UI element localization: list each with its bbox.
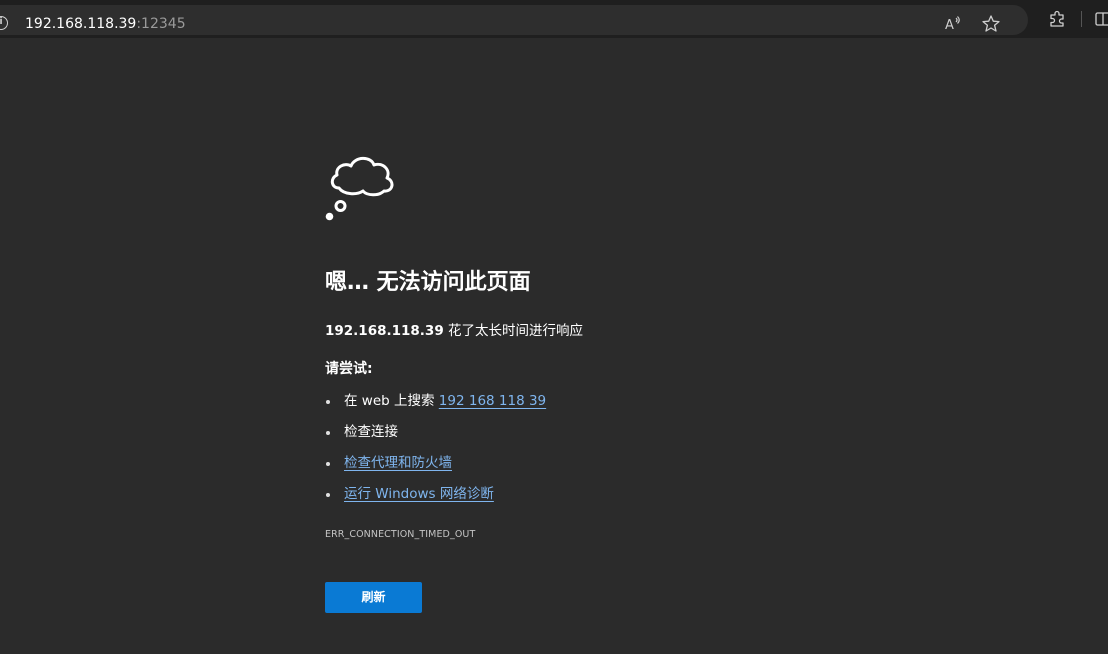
toolbar-divider <box>1081 11 1082 27</box>
favorite-star-icon[interactable] <box>981 14 1001 34</box>
svg-text:A: A <box>945 18 954 33</box>
suggestion-check-proxy: 检查代理和防火墙 <box>325 453 546 484</box>
info-icon[interactable]: i <box>0 16 8 30</box>
suggestion-network-diagnostics: 运行 Windows 网络诊断 <box>325 484 546 515</box>
extensions-puzzle-icon[interactable] <box>1047 9 1067 29</box>
check-proxy-firewall-link[interactable]: 检查代理和防火墙 <box>344 455 452 471</box>
search-web-link[interactable]: 192 168 118 39 <box>439 393 546 409</box>
cloud-thought-icon <box>325 150 397 222</box>
try-heading: 请尝试: <box>325 361 373 377</box>
url-port: :12345 <box>136 16 186 32</box>
error-title: 嗯… 无法访问此页面 <box>325 270 531 295</box>
error-code: ERR_CONNECTION_TIMED_OUT <box>325 529 476 540</box>
error-description-text: 花了太长时间进行响应 <box>443 323 584 339</box>
error-host: 192.168.118.39 <box>325 323 444 339</box>
network-diagnostics-link[interactable]: 运行 Windows 网络诊断 <box>344 486 494 502</box>
read-aloud-icon[interactable]: A <box>943 14 963 34</box>
browser-toolbar: i 192.168.118.39:12345 A <box>0 0 1108 38</box>
check-connection-text: 检查连接 <box>344 424 398 440</box>
suggestion-list: 在 web 上搜索 192 168 118 39 检查连接 检查代理和防火墙 运… <box>325 391 546 515</box>
error-description: 192.168.118.39 花了太长时间进行响应 <box>325 321 583 341</box>
suggestion-check-connection: 检查连接 <box>325 422 546 453</box>
refresh-button[interactable]: 刷新 <box>325 582 422 613</box>
url-host: 192.168.118.39 <box>25 16 137 32</box>
address-bar[interactable]: i 192.168.118.39:12345 A <box>0 5 1028 35</box>
url-text[interactable]: 192.168.118.39:12345 <box>25 15 186 33</box>
suggestion-search-text: 在 web 上搜索 <box>344 393 439 409</box>
split-screen-icon[interactable] <box>1094 9 1108 29</box>
suggestion-search: 在 web 上搜索 192 168 118 39 <box>325 391 546 422</box>
